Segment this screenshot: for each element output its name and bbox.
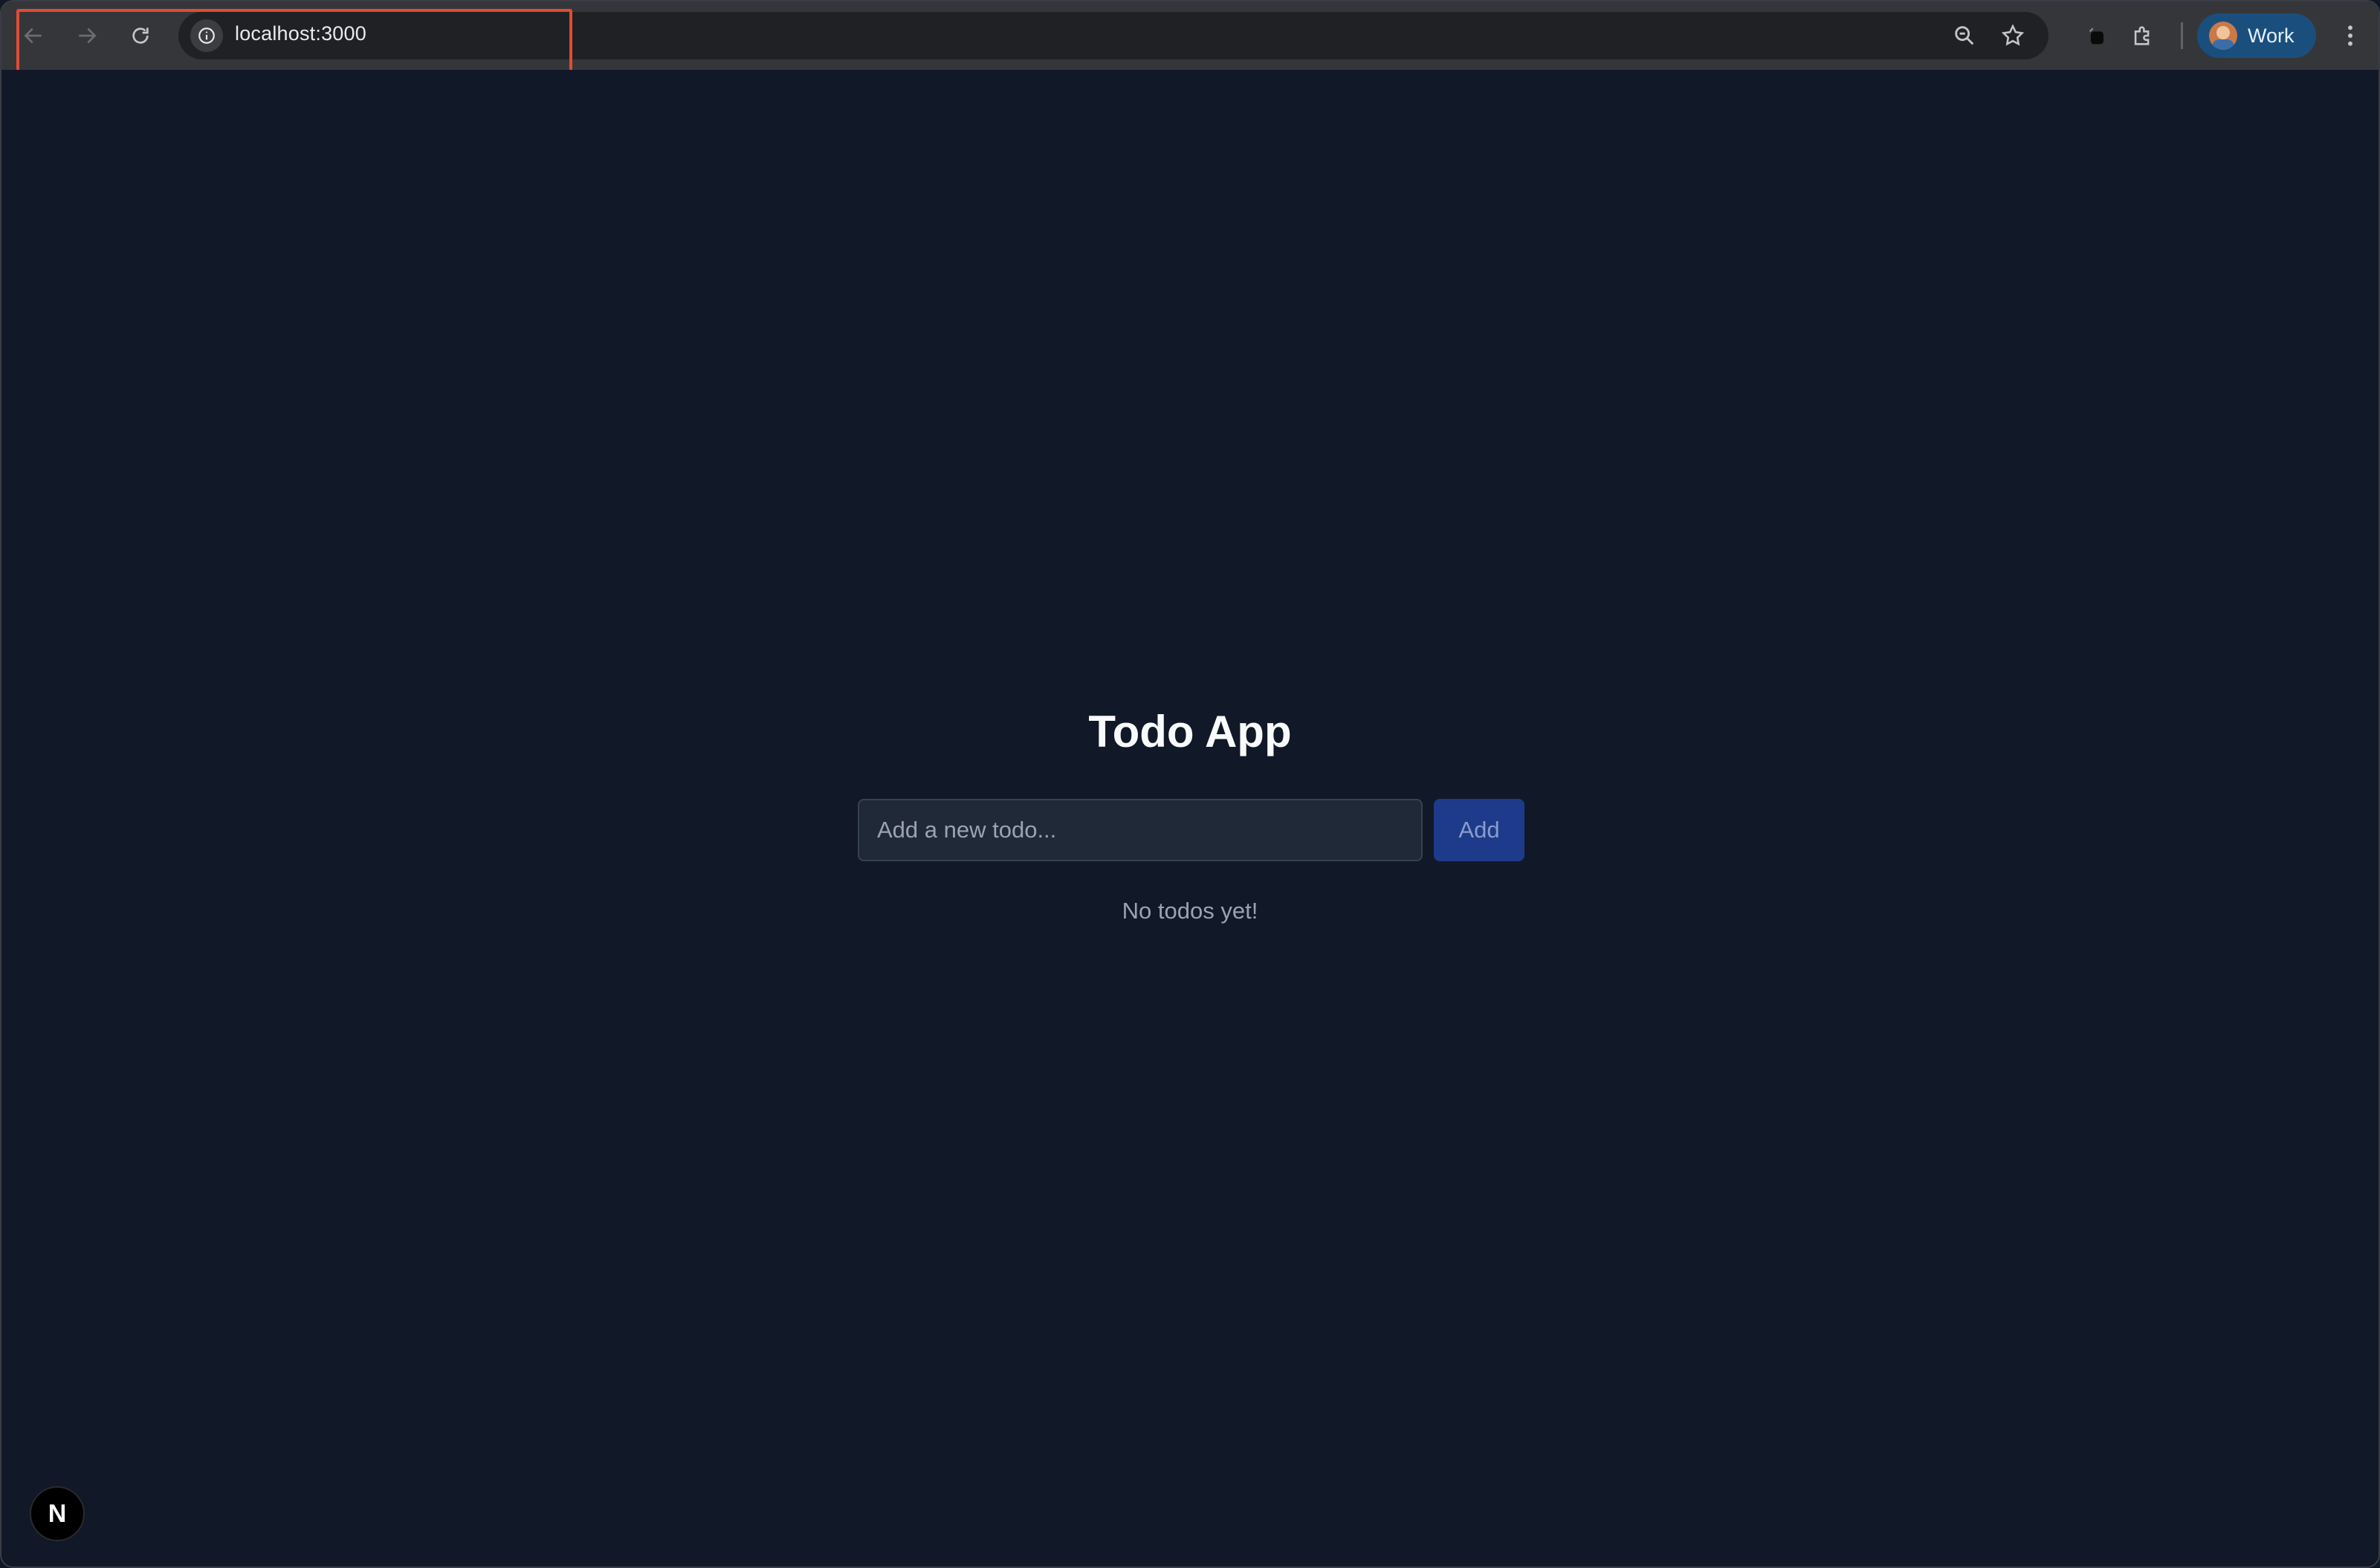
puzzle-icon [2134, 26, 2150, 45]
nextjs-logo-icon: N [48, 1499, 67, 1528]
browser-window: localhost:3000 Work Todo App Add No todo… [0, 0, 2380, 1568]
browser-toolbar: localhost:3000 Work [1, 1, 2379, 73]
profile-label: Work [2248, 24, 2295, 47]
avatar [2209, 22, 2237, 50]
browser-menu-button[interactable] [2335, 18, 2365, 54]
star-icon [2001, 24, 2025, 46]
kebab-menu-icon [2348, 25, 2352, 46]
add-todo-button[interactable]: Add [1434, 799, 1524, 861]
profile-button[interactable]: Work [2197, 13, 2316, 58]
page-content: Todo App Add No todos yet! N [1, 70, 2379, 1567]
zoom-icon [1955, 26, 1974, 45]
extensions-button[interactable] [2125, 18, 2161, 54]
extension-action-button[interactable] [2078, 18, 2114, 54]
url-highlight-box [16, 9, 572, 73]
toolbar-divider [2181, 22, 2183, 49]
page-title: Todo App [1088, 707, 1292, 757]
nextjs-dev-indicator[interactable]: N [30, 1486, 85, 1541]
bookmark-button[interactable] [1995, 18, 2031, 54]
zoom-button[interactable] [1947, 18, 1982, 54]
empty-state-message: No todos yet! [1122, 898, 1258, 924]
extension-app-icon [2089, 27, 2103, 45]
new-todo-input[interactable] [858, 799, 1423, 861]
